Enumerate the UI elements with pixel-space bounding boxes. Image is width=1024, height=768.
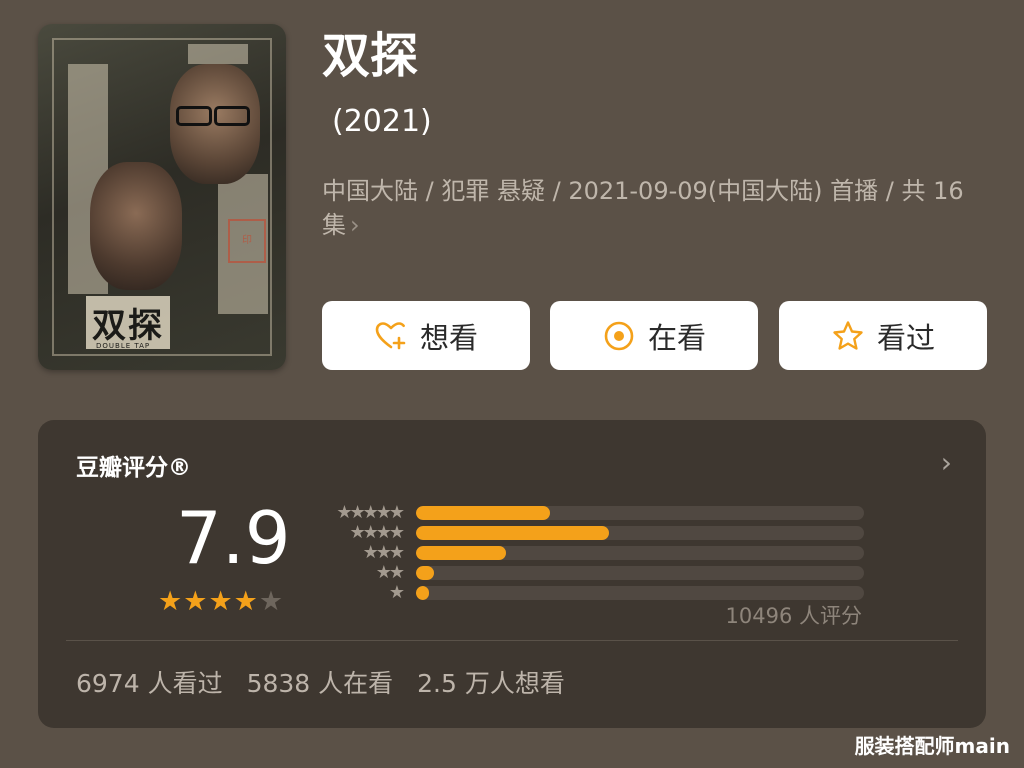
star-filled-icon: ★: [233, 586, 258, 617]
distribution-stars-label: ★★★★: [349, 522, 405, 543]
watched-button[interactable]: 看过: [779, 301, 987, 370]
watched-count[interactable]: 6974 人看过: [76, 664, 223, 700]
poster-actor-face: [90, 162, 182, 290]
watched-label: 看过: [876, 320, 935, 355]
show-meta-text: 中国大陆 / 犯罪 悬疑 / 2021-09-09(中国大陆) 首播 / 共 1…: [322, 177, 964, 239]
poster-glasses: [214, 106, 250, 126]
distribution-stars-label: ★★★★★: [336, 502, 405, 523]
star-empty-icon: ★: [258, 586, 284, 617]
want-count[interactable]: 2.5 万人想看: [417, 664, 565, 700]
distribution-bar-fill: [416, 566, 434, 580]
watching-label: 在看: [647, 320, 706, 355]
rating-stars: ★ ★ ★ ★ ★: [158, 588, 283, 615]
star-filled-icon: ★: [183, 586, 208, 617]
star-outline-icon: [833, 320, 863, 350]
distribution-bar-track: [416, 526, 864, 540]
distribution-bar-fill: [416, 526, 609, 540]
watermark: 服装搭配师main: [854, 734, 1010, 758]
poster-seal: 印: [228, 219, 266, 263]
poster-paper: [188, 44, 248, 64]
show-year: (2021): [332, 104, 432, 139]
distribution-bar-track: [416, 566, 864, 580]
star-filled-icon: ★: [158, 586, 183, 617]
rating-count[interactable]: 10496 人评分: [726, 600, 862, 630]
distribution-bar-fill: [416, 506, 551, 520]
distribution-bar-fill: [416, 546, 506, 560]
heart-plus-icon: [375, 321, 406, 349]
poster-glasses: [176, 106, 212, 126]
distribution-bar-track: [416, 546, 864, 560]
distribution-stars-label: ★★: [375, 562, 405, 583]
distribution-bar-track: [416, 506, 864, 520]
distribution-bar-track: [416, 586, 864, 600]
rating-card[interactable]: 豆瓣评分® › 7.9 ★ ★ ★ ★ ★ 10496 人评分 6974 人看过 583…: [38, 420, 986, 728]
watching-button[interactable]: 在看: [550, 301, 758, 370]
want-to-watch-button[interactable]: 想看: [322, 301, 530, 370]
watching-count[interactable]: 5838 人在看: [247, 664, 394, 700]
show-title: 双探: [322, 28, 419, 84]
poster-subtitle: DOUBLE TAP: [96, 342, 151, 350]
distribution-bar-fill: [416, 586, 430, 600]
rating-title: 豆瓣评分®: [76, 455, 191, 481]
show-meta[interactable]: 中国大陆 / 犯罪 悬疑 / 2021-09-09(中国大陆) 首播 / 共 1…: [322, 174, 1002, 242]
star-filled-icon: ★: [208, 586, 233, 617]
chevron-right-icon[interactable]: ›: [941, 446, 952, 479]
chevron-right-icon: ›: [350, 211, 360, 239]
distribution-stars-label: ★: [388, 582, 405, 603]
poster-image[interactable]: 印 双探 DOUBLE TAP: [38, 24, 286, 370]
watch-stats: 6974 人看过 5838 人在看 2.5 万人想看: [76, 664, 565, 700]
divider: [66, 640, 958, 641]
want-to-watch-label: 想看: [419, 320, 478, 355]
distribution-stars-label: ★★★: [362, 542, 405, 563]
rating-score: 7.9: [176, 496, 291, 580]
target-icon: [604, 321, 634, 350]
